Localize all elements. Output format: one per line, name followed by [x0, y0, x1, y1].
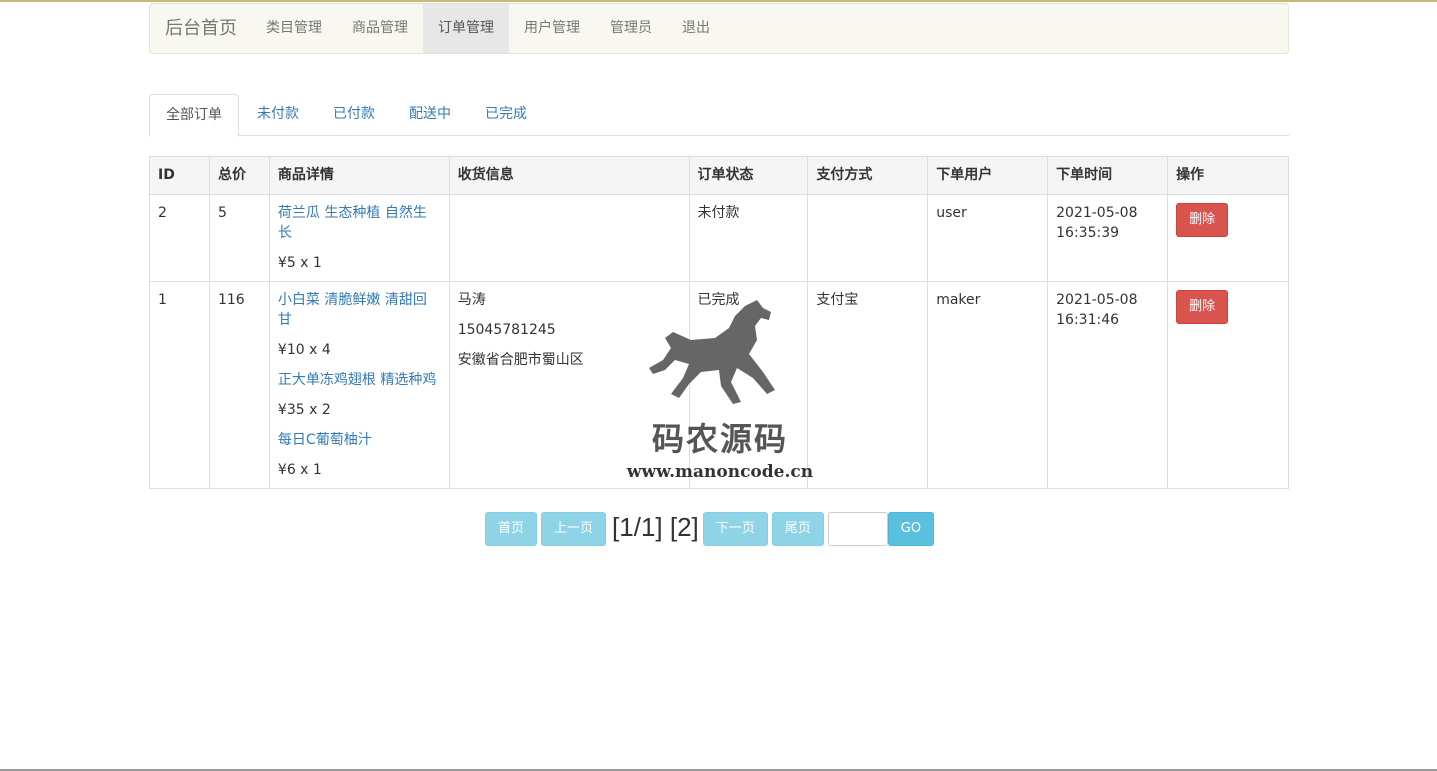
header-user: 下单用户: [927, 156, 1049, 195]
product-link[interactable]: 小白菜 清脆鲜嫩 清甜回甘: [278, 292, 427, 328]
header-total: 总价: [208, 156, 270, 195]
cell-shipping: 马涛 15045781245 安徽省合肥市蜀山区: [448, 281, 690, 489]
pagination: 首页 上一页 [1/1] [2] 下一页 尾页 GO: [485, 508, 935, 550]
next-page-button[interactable]: 下一页: [702, 512, 768, 546]
header-shipping: 收货信息: [448, 156, 690, 195]
cell-id: 2: [149, 194, 210, 282]
product-link[interactable]: 荷兰瓜 生态种植 自然生长: [278, 205, 427, 241]
product-price: ¥10 x 4: [277, 342, 331, 358]
brand-link[interactable]: 后台首页: [165, 4, 237, 53]
header-status: 订单状态: [688, 156, 809, 195]
product-price: ¥5 x 1: [277, 255, 322, 271]
table-row: 2 5 荷兰瓜 生态种植 自然生长 ¥5 x 1 未付款 user 2021-0…: [149, 194, 1289, 282]
cell-payment: [807, 194, 929, 282]
tab-unpaid[interactable]: 未付款: [241, 94, 315, 136]
cell-time: 2021-05-08 16:31:46: [1047, 281, 1169, 489]
receiver-phone: 15045781245: [457, 322, 556, 338]
cell-id: 1: [149, 281, 210, 489]
cell-status: 未付款: [688, 194, 809, 282]
product-price: ¥6 x 1: [277, 462, 322, 478]
top-border: [0, 0, 1437, 2]
header-payment: 支付方式: [807, 156, 929, 195]
delete-button[interactable]: 删除: [1176, 290, 1229, 324]
cell-status: 已完成: [688, 281, 809, 489]
order-status-tabs: 全部订单 未付款 已付款 配送中 已完成: [149, 94, 1289, 137]
nav-item-orders[interactable]: 订单管理: [423, 4, 509, 53]
tab-paid[interactable]: 已付款: [317, 94, 391, 136]
cell-time: 2021-05-08 16:35:39: [1047, 194, 1169, 282]
nav-menu: 类目管理 商品管理 订单管理 用户管理 管理员 退出: [251, 4, 725, 53]
product-link[interactable]: 每日C葡萄柚汁: [278, 432, 372, 448]
tab-all-orders[interactable]: 全部订单: [149, 94, 239, 137]
tab-completed[interactable]: 已完成: [469, 94, 543, 136]
nav-item-users[interactable]: 用户管理: [509, 4, 595, 53]
header-items: 商品详情: [268, 156, 450, 195]
nav-item-admins[interactable]: 管理员: [595, 4, 667, 53]
header-time: 下单时间: [1047, 156, 1169, 195]
cell-user: maker: [927, 281, 1049, 489]
cell-action: 删除: [1167, 194, 1289, 282]
cell-items: 小白菜 清脆鲜嫩 清甜回甘 ¥10 x 4 正大单冻鸡翅根 精选种鸡 ¥35 x…: [268, 281, 450, 489]
last-page-button[interactable]: 尾页: [771, 512, 824, 546]
order-date: 2021-05-08: [1056, 205, 1138, 221]
receiver-address: 安徽省合肥市蜀山区: [457, 352, 584, 368]
cell-shipping: [448, 194, 690, 282]
nav-item-category[interactable]: 类目管理: [251, 4, 337, 53]
product-price: ¥35 x 2: [277, 402, 331, 418]
nav-item-products[interactable]: 商品管理: [337, 4, 423, 53]
go-button[interactable]: GO: [887, 512, 935, 546]
cell-action: 删除: [1167, 281, 1289, 489]
order-time: 16:31:46: [1056, 312, 1120, 328]
cell-total: 5: [208, 194, 270, 282]
prev-page-button[interactable]: 上一页: [541, 512, 607, 546]
nav-item-logout[interactable]: 退出: [667, 4, 725, 53]
cell-user: user: [927, 194, 1049, 282]
cell-payment: 支付宝: [807, 281, 929, 489]
first-page-button[interactable]: 首页: [485, 512, 538, 546]
header-action: 操作: [1167, 156, 1289, 195]
orders-table: ID 总价 商品详情 收货信息 订单状态 支付方式 下单用户 下单时间 操作 2…: [149, 156, 1289, 489]
cell-total: 116: [208, 281, 270, 489]
page-info: [1/1] [2]: [612, 511, 699, 542]
order-date: 2021-05-08: [1056, 292, 1138, 308]
tab-shipping[interactable]: 配送中: [393, 94, 467, 136]
delete-button[interactable]: 删除: [1176, 203, 1229, 237]
top-navbar: 后台首页 类目管理 商品管理 订单管理 用户管理 管理员 退出: [149, 3, 1289, 54]
table-row: 1 116 小白菜 清脆鲜嫩 清甜回甘 ¥10 x 4 正大单冻鸡翅根 精选种鸡…: [149, 281, 1289, 489]
table-header-row: ID 总价 商品详情 收货信息 订单状态 支付方式 下单用户 下单时间 操作: [149, 156, 1289, 195]
header-id: ID: [149, 156, 210, 195]
product-link[interactable]: 正大单冻鸡翅根 精选种鸡: [278, 372, 436, 388]
cell-items: 荷兰瓜 生态种植 自然生长 ¥5 x 1: [268, 194, 450, 282]
order-time: 16:35:39: [1056, 225, 1120, 241]
receiver-name: 马涛: [457, 292, 486, 308]
page-number-input[interactable]: [827, 512, 888, 546]
